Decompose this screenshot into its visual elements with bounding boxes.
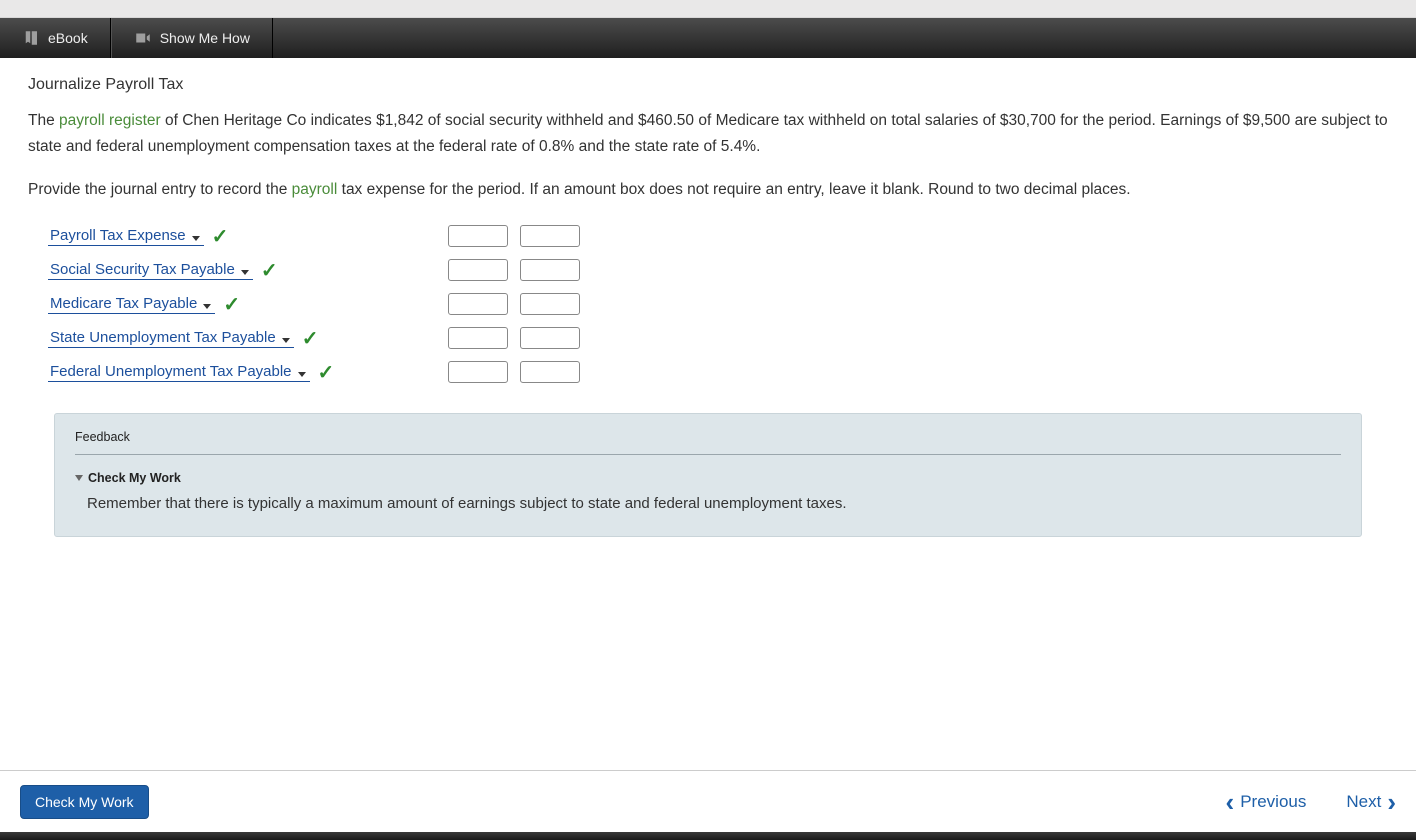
credit-input[interactable] — [520, 293, 580, 315]
credit-input[interactable] — [520, 225, 580, 247]
journal-row: State Unemployment Tax Payable ✓ — [48, 321, 1388, 355]
debit-input[interactable] — [448, 225, 508, 247]
video-icon — [134, 29, 152, 47]
previous-link[interactable]: ‹ Previous — [1226, 789, 1307, 815]
triangle-down-icon — [75, 475, 83, 481]
journal-row: Payroll Tax Expense ✓ — [48, 219, 1388, 253]
keyword-payroll: payroll — [292, 181, 338, 198]
toolbar: eBook Show Me How — [0, 18, 1416, 58]
account-label: Medicare Tax Payable — [50, 295, 197, 312]
credit-input[interactable] — [520, 327, 580, 349]
content-area: Journalize Payroll Tax The payroll regis… — [0, 58, 1416, 770]
p1-pre: The — [28, 112, 59, 129]
top-gap — [0, 0, 1416, 18]
check-icon: ✓ — [261, 258, 278, 283]
next-link[interactable]: Next › — [1346, 789, 1396, 815]
debit-input[interactable] — [448, 327, 508, 349]
p2-pre: Provide the journal entry to record the — [28, 181, 292, 198]
account-label: Federal Unemployment Tax Payable — [50, 363, 292, 380]
chevron-left-icon: ‹ — [1226, 789, 1235, 815]
journal-row: Federal Unemployment Tax Payable ✓ — [48, 355, 1388, 389]
feedback-heading: Feedback — [75, 426, 1341, 455]
check-my-work-label: Check My Work — [88, 471, 181, 485]
footer-bar: Check My Work ‹ Previous Next › — [0, 770, 1416, 832]
account-select[interactable]: Social Security Tax Payable — [48, 261, 253, 280]
account-label: Payroll Tax Expense — [50, 227, 186, 244]
check-icon: ✓ — [212, 224, 229, 249]
bottom-accent-bar — [0, 832, 1416, 840]
account-select[interactable]: Federal Unemployment Tax Payable — [48, 363, 310, 382]
book-icon — [22, 29, 40, 47]
journal-entry-table: Payroll Tax Expense ✓ Social Security Ta… — [48, 219, 1388, 389]
check-icon: ✓ — [318, 360, 335, 385]
feedback-panel: Feedback Check My Work Remember that the… — [54, 413, 1362, 537]
account-select[interactable]: State Unemployment Tax Payable — [48, 329, 294, 348]
credit-input[interactable] — [520, 259, 580, 281]
check-icon: ✓ — [223, 292, 240, 317]
credit-input[interactable] — [520, 361, 580, 383]
journal-row: Medicare Tax Payable ✓ — [48, 287, 1388, 321]
p2-post: tax expense for the period. If an amount… — [337, 181, 1130, 198]
account-select[interactable]: Payroll Tax Expense — [48, 227, 204, 246]
check-icon: ✓ — [302, 326, 319, 351]
paragraph-1: The payroll register of Chen Heritage Co… — [28, 108, 1388, 161]
ebook-button[interactable]: eBook — [0, 18, 111, 58]
paragraph-2: Provide the journal entry to record the … — [28, 177, 1388, 203]
next-label: Next — [1346, 792, 1381, 812]
show-me-how-label: Show Me How — [160, 30, 250, 46]
previous-label: Previous — [1240, 792, 1306, 812]
feedback-text: Remember that there is typically a maxim… — [87, 495, 1341, 512]
chevron-right-icon: › — [1387, 789, 1396, 815]
question-title: Journalize Payroll Tax — [28, 76, 1388, 94]
debit-input[interactable] — [448, 361, 508, 383]
debit-input[interactable] — [448, 259, 508, 281]
account-label: State Unemployment Tax Payable — [50, 329, 276, 346]
check-my-work-toggle[interactable]: Check My Work — [75, 471, 1341, 485]
check-my-work-button[interactable]: Check My Work — [20, 785, 149, 819]
p1-post: of Chen Heritage Co indicates $1,842 of … — [28, 112, 1388, 155]
journal-row: Social Security Tax Payable ✓ — [48, 253, 1388, 287]
ebook-label: eBook — [48, 30, 88, 46]
show-me-how-button[interactable]: Show Me How — [111, 18, 273, 58]
keyword-payroll-register: payroll register — [59, 112, 161, 129]
debit-input[interactable] — [448, 293, 508, 315]
account-select[interactable]: Medicare Tax Payable — [48, 295, 215, 314]
account-label: Social Security Tax Payable — [50, 261, 235, 278]
